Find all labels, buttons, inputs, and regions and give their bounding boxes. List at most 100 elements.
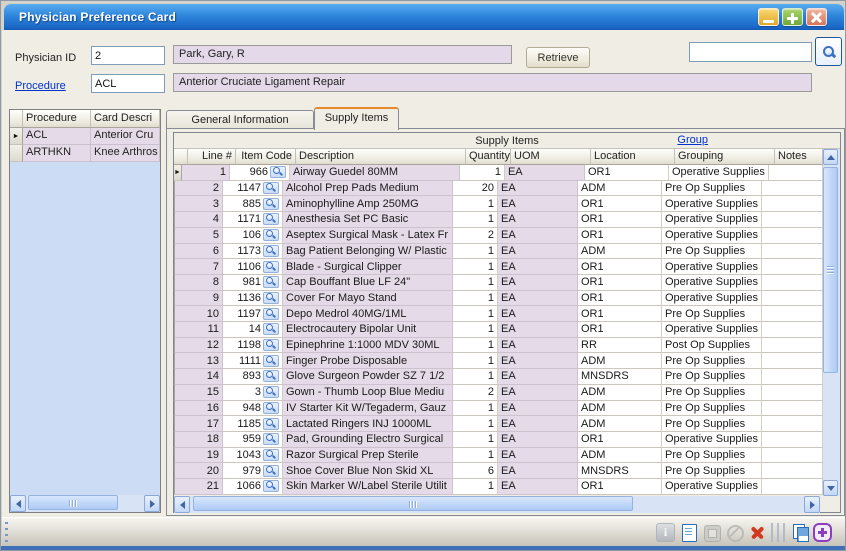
item-code-cell[interactable]: 3 (223, 385, 283, 401)
quantity-cell[interactable]: 2 (453, 228, 498, 244)
grouping-cell[interactable]: Operative Supplies (662, 259, 762, 275)
quantity-cell[interactable]: 1 (453, 291, 498, 307)
grouping-cell[interactable]: Operative Supplies (662, 322, 762, 338)
grouping-cell[interactable]: Operative Supplies (669, 165, 769, 181)
location-cell[interactable]: ADM (578, 353, 662, 369)
item-code-cell[interactable]: 1043 (223, 448, 283, 464)
description-cell[interactable]: Epinephrine 1:1000 MDV 30ML (283, 338, 453, 354)
notes-cell[interactable] (762, 448, 823, 464)
quantity-cell[interactable]: 1 (453, 196, 498, 212)
description-cell[interactable]: Shoe Cover Blue Non Skid XL (283, 463, 453, 479)
uom-cell[interactable]: EA (498, 259, 578, 275)
item-lookup-button[interactable] (263, 480, 279, 492)
table-row[interactable]: ►1966Airway Guedel 80MM1EAOR1Operative S… (174, 165, 823, 181)
info-icon[interactable] (656, 523, 675, 542)
line-column-header[interactable]: Line # (188, 149, 236, 165)
notes-column-header[interactable]: Notes (775, 149, 823, 165)
maximize-button[interactable] (782, 8, 803, 26)
scroll-right-button[interactable] (804, 496, 820, 513)
item-lookup-button[interactable] (263, 465, 279, 477)
minimize-button[interactable] (758, 8, 779, 26)
quantity-cell[interactable]: 1 (453, 322, 498, 338)
close-button[interactable] (806, 8, 827, 26)
location-cell[interactable]: OR1 (578, 212, 662, 228)
location-cell[interactable]: OR1 (578, 259, 662, 275)
item-code-cell[interactable]: 948 (223, 401, 283, 417)
description-column-header[interactable]: Description (296, 149, 466, 165)
uom-cell[interactable]: EA (498, 244, 578, 260)
quantity-cell[interactable]: 1 (453, 401, 498, 417)
location-cell[interactable]: ADM (578, 181, 662, 197)
quantity-cell[interactable]: 1 (453, 244, 498, 260)
grouping-cell[interactable]: Pre Op Supplies (662, 181, 762, 197)
description-cell[interactable]: Depo Medrol 40MG/1ML (283, 306, 453, 322)
description-cell[interactable]: Glove Surgeon Powder SZ 7 1/2 (283, 369, 453, 385)
table-row[interactable]: 1114Electrocautery Bipolar Unit1EAOR1Ope… (174, 322, 823, 338)
tab-general-information[interactable]: General Information (166, 110, 314, 129)
notes-cell[interactable] (762, 181, 823, 197)
notes-cell[interactable] (762, 212, 823, 228)
add-icon[interactable] (813, 523, 832, 542)
notes-cell[interactable] (762, 369, 823, 385)
retrieve-button[interactable]: Retrieve (526, 47, 590, 68)
table-row[interactable]: 91136Cover For Mayo Stand1EAOR1Operative… (174, 291, 823, 307)
uom-cell[interactable]: EA (498, 416, 578, 432)
notes-cell[interactable] (762, 306, 823, 322)
hscrollbar-track[interactable] (190, 496, 804, 513)
description-cell[interactable]: Gown - Thumb Loop Blue Mediu (283, 385, 453, 401)
uom-cell[interactable]: EA (505, 165, 585, 181)
uom-cell[interactable]: EA (498, 212, 578, 228)
grid-vscrollbar[interactable] (823, 149, 840, 496)
location-cell[interactable]: OR1 (578, 291, 662, 307)
scroll-left-button[interactable] (10, 495, 26, 512)
item-code-cell[interactable]: 1171 (223, 212, 283, 228)
uom-cell[interactable]: EA (498, 322, 578, 338)
uom-cell[interactable]: EA (498, 463, 578, 479)
vscrollbar-track[interactable] (823, 165, 840, 480)
uom-cell[interactable]: EA (498, 275, 578, 291)
quantity-cell[interactable]: 1 (453, 416, 498, 432)
quantity-cell[interactable]: 20 (453, 181, 498, 197)
item-lookup-button[interactable] (263, 276, 279, 288)
grouping-cell[interactable]: Post Op Supplies (662, 338, 762, 354)
hscrollbar-thumb[interactable] (193, 496, 633, 511)
cancel-icon[interactable] (725, 523, 744, 542)
scroll-left-button[interactable] (174, 496, 190, 513)
item-code-cell[interactable]: 1185 (223, 416, 283, 432)
location-cell[interactable]: ADM (578, 448, 662, 464)
grouping-cell[interactable]: Pre Op Supplies (662, 353, 762, 369)
vscrollbar-thumb[interactable] (823, 167, 838, 373)
grouping-cell[interactable]: Operative Supplies (662, 228, 762, 244)
quantity-cell[interactable]: 2 (453, 385, 498, 401)
location-cell[interactable]: OR1 (585, 165, 669, 181)
notes-cell[interactable] (762, 275, 823, 291)
item-code-cell[interactable]: 14 (223, 322, 283, 338)
grouping-cell[interactable]: Pre Op Supplies (662, 416, 762, 432)
physician-id-input[interactable] (91, 46, 165, 65)
item-code-cell[interactable]: 1147 (223, 181, 283, 197)
sizing-grip[interactable] (5, 522, 8, 544)
quantity-cell[interactable]: 1 (453, 338, 498, 354)
uom-cell[interactable]: EA (498, 448, 578, 464)
description-cell[interactable]: Alcohol Prep Pads Medium (283, 181, 453, 197)
location-cell[interactable]: OR1 (578, 196, 662, 212)
item-code-cell[interactable]: 893 (223, 369, 283, 385)
table-row[interactable]: 5106Aseptex Surgical Mask - Latex Fr2EAO… (174, 228, 823, 244)
grouping-cell[interactable]: Operative Supplies (662, 432, 762, 448)
description-cell[interactable]: IV Starter Kit W/Tegaderm, Gauz (283, 401, 453, 417)
item-code-cell[interactable]: 885 (223, 196, 283, 212)
item-lookup-button[interactable] (263, 418, 279, 430)
list-item[interactable]: ARTHKNKnee Arthros (10, 145, 160, 162)
item-lookup-button[interactable] (263, 292, 279, 304)
procedure-cell[interactable]: ACL (23, 128, 91, 145)
grouping-cell[interactable]: Operative Supplies (662, 291, 762, 307)
item-code-cell[interactable]: 1111 (223, 353, 283, 369)
description-cell[interactable]: Razor Surgical Prep Sterile (283, 448, 453, 464)
uom-column-header[interactable]: UOM (511, 149, 591, 165)
delete-icon[interactable] (748, 523, 767, 542)
description-cell[interactable]: Skin Marker W/Label Sterile Utilit (283, 479, 453, 495)
item-lookup-button[interactable] (263, 308, 279, 320)
quantity-cell[interactable]: 1 (453, 479, 498, 495)
quantity-cell[interactable]: 1 (453, 448, 498, 464)
table-row[interactable]: 101197Depo Medrol 40MG/1ML1EAOR1Pre Op S… (174, 306, 823, 322)
